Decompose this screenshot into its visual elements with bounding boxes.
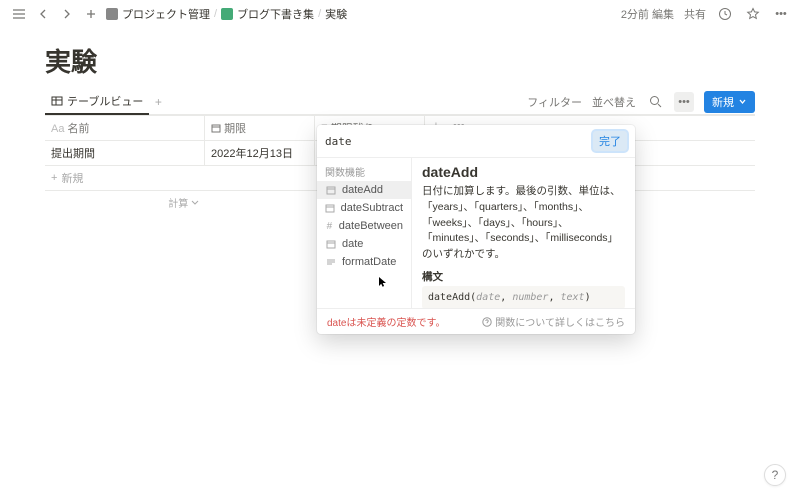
syntax-label: 構文 <box>422 269 625 284</box>
column-header-date[interactable]: 期限 <box>205 116 315 141</box>
help-icon <box>482 317 492 327</box>
breadcrumb-item[interactable]: 実験 <box>325 6 347 22</box>
clock-icon[interactable] <box>716 5 734 23</box>
view-options-icon[interactable]: ••• <box>674 92 694 112</box>
function-item[interactable]: dateSubtract <box>317 199 411 217</box>
formula-input[interactable]: date <box>325 135 587 148</box>
calendar-icon <box>325 238 337 250</box>
cursor-icon <box>378 276 388 291</box>
function-list: 関数機能 dateAdd dateSubtract #dateBetween d… <box>317 158 412 308</box>
chevron-down-icon <box>191 199 199 207</box>
page-icon <box>106 8 118 20</box>
star-icon[interactable] <box>744 5 762 23</box>
table-icon <box>51 95 63 107</box>
function-item[interactable]: #dateBetween <box>317 217 411 235</box>
page-title[interactable]: 実験 <box>45 42 755 79</box>
formula-help-link[interactable]: 関数について詳しくはこちら <box>482 314 625 329</box>
calc-button[interactable]: 計算 <box>45 191 205 214</box>
calendar-icon <box>325 202 336 214</box>
new-page-icon[interactable] <box>82 5 100 23</box>
cell-date[interactable]: 2022年12月13日 <box>205 141 315 166</box>
sort-button[interactable]: 並べ替え <box>592 94 636 110</box>
cell-name[interactable]: 提出期間 <box>45 141 205 166</box>
function-item[interactable]: date <box>317 235 411 253</box>
column-header-name[interactable]: Aa 名前 <box>45 116 205 141</box>
forward-icon[interactable] <box>58 5 76 23</box>
back-icon[interactable] <box>34 5 52 23</box>
function-section-label: 関数機能 <box>317 162 411 181</box>
formula-error: dateは未定義の定数です。 <box>327 314 445 329</box>
breadcrumb-item[interactable]: ブログ下書き集 <box>237 6 314 22</box>
syntax-code: dateAdd(date, number, text) <box>422 286 625 308</box>
hash-icon: # <box>325 220 334 232</box>
function-item[interactable]: dateAdd <box>317 181 411 199</box>
page-icon <box>221 8 233 20</box>
function-doc-title: dateAdd <box>422 164 625 180</box>
breadcrumb[interactable]: プロジェクト管理 / ブログ下書き集 / 実験 <box>106 6 347 22</box>
function-doc-desc: 日付に加算します。最後の引数、単位は、「years」、「quarters」、「m… <box>422 184 625 263</box>
function-doc: dateAdd 日付に加算します。最後の引数、単位は、「years」、「quar… <box>412 158 635 308</box>
new-button[interactable]: 新規 <box>704 91 755 113</box>
filter-button[interactable]: フィルター <box>527 94 582 110</box>
text-icon <box>325 256 337 268</box>
calendar-icon <box>211 123 221 133</box>
chevron-down-icon <box>738 97 747 106</box>
view-tab[interactable]: テーブルビュー <box>45 89 149 115</box>
add-view-icon[interactable]: + <box>149 93 167 111</box>
more-icon[interactable]: ••• <box>772 5 790 23</box>
share-button[interactable]: 共有 <box>684 6 706 22</box>
done-button[interactable]: 完了 <box>593 131 627 151</box>
last-edited-label: 2分前 編集 <box>621 6 674 22</box>
menu-icon[interactable] <box>10 5 28 23</box>
breadcrumb-item[interactable]: プロジェクト管理 <box>122 6 210 22</box>
formula-editor-popup: date 完了 関数機能 dateAdd dateSubtract #dateB… <box>317 125 635 334</box>
search-icon[interactable] <box>646 93 664 111</box>
help-bubble-icon[interactable]: ? <box>764 464 786 486</box>
function-item[interactable]: formatDate <box>317 253 411 271</box>
calendar-icon <box>325 184 337 196</box>
